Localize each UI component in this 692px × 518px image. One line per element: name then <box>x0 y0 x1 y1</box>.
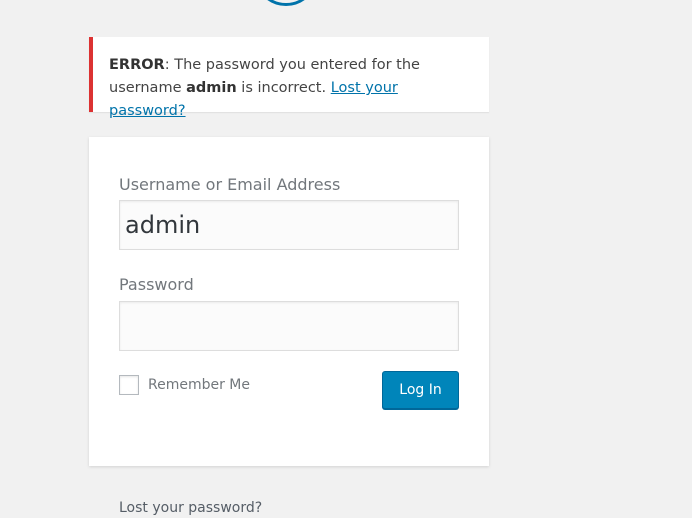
password-label: Password <box>119 275 194 294</box>
password-input[interactable] <box>119 301 459 351</box>
error-text-part-2: is incorrect. <box>236 80 331 96</box>
username-input[interactable] <box>119 200 459 250</box>
login-error-notice: ERROR: The password you entered for the … <box>89 37 489 119</box>
remember-me-label[interactable]: Remember Me <box>148 377 250 393</box>
remember-me-checkbox[interactable] <box>119 375 139 395</box>
login-form: Username or Email Address Password Remem… <box>89 137 489 466</box>
wordpress-logo-icon[interactable] <box>254 0 318 6</box>
error-username: admin <box>186 80 237 96</box>
error-label: ERROR <box>109 57 165 73</box>
log-in-button[interactable]: Log In <box>382 371 459 409</box>
username-label: Username or Email Address <box>119 175 341 194</box>
lost-password-link[interactable]: Lost your password? <box>119 500 262 516</box>
